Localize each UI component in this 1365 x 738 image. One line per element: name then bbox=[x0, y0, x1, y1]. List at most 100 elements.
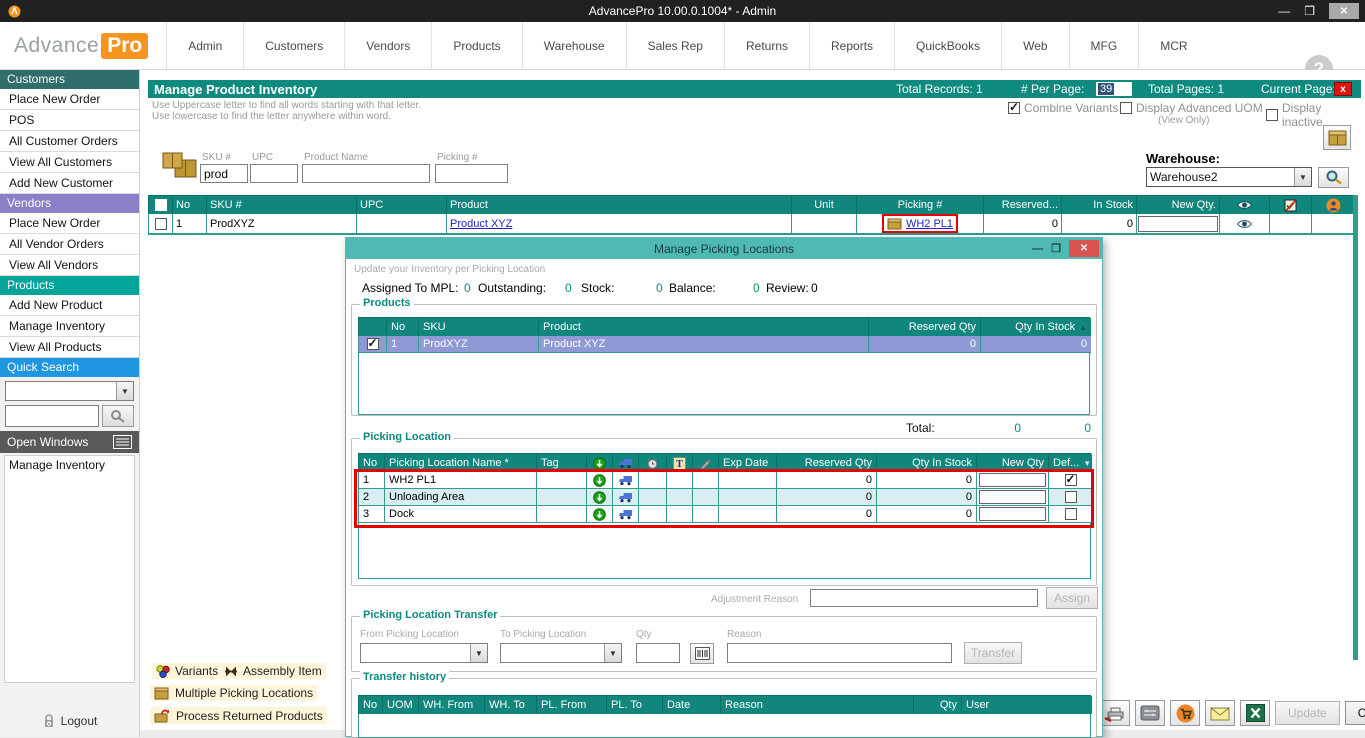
display-inactive-checkbox[interactable] bbox=[1266, 109, 1278, 121]
truck-icon[interactable] bbox=[618, 509, 633, 520]
sidebar-item-pos[interactable]: POS bbox=[0, 110, 139, 131]
close-button[interactable]: Close bbox=[1345, 701, 1365, 725]
column-settings-button[interactable] bbox=[1135, 700, 1165, 726]
picking-number-label: Picking # bbox=[437, 152, 478, 163]
warehouse-select[interactable]: Warehouse2 ▼ bbox=[1146, 167, 1312, 187]
adjustment-reason-input[interactable] bbox=[810, 589, 1038, 607]
green-down-icon[interactable] bbox=[593, 474, 606, 487]
default-checkbox[interactable] bbox=[1065, 491, 1077, 503]
quick-search-select[interactable]: ▼ bbox=[5, 381, 134, 401]
sidebar-item-add-new-product[interactable]: Add New Product bbox=[0, 295, 139, 316]
new-qty-input[interactable] bbox=[979, 473, 1046, 487]
tab-mfg[interactable]: MFG bbox=[1069, 22, 1139, 69]
default-checkbox[interactable] bbox=[1065, 474, 1077, 486]
modal-product-row[interactable]: 1 ProdXYZ Product XYZ 0 0 bbox=[358, 336, 1090, 353]
tab-sales-rep[interactable]: Sales Rep bbox=[626, 22, 724, 69]
new-qty-input[interactable] bbox=[979, 490, 1046, 504]
picking-location-row[interactable]: 3 Dock 0 0 bbox=[358, 506, 1091, 523]
process-returned-products-legend[interactable]: Process Returned Products bbox=[150, 707, 327, 724]
tab-reports[interactable]: Reports bbox=[809, 22, 894, 69]
eye-icon[interactable] bbox=[1236, 219, 1253, 229]
quick-search-input[interactable] bbox=[5, 405, 99, 427]
assembly-item-legend[interactable]: Assembly Item bbox=[220, 663, 326, 679]
picking-location-row[interactable]: 2 Unloading Area 0 0 bbox=[358, 489, 1091, 506]
sidebar-item-view-all-vendors[interactable]: View All Vendors bbox=[0, 255, 139, 276]
picking-location-row[interactable]: 1 WH2 PL1 0 0 bbox=[358, 472, 1091, 489]
cart-button[interactable] bbox=[1170, 700, 1200, 726]
green-down-icon[interactable] bbox=[593, 491, 606, 504]
balance-label: Balance: bbox=[669, 281, 716, 295]
export-excel-button[interactable] bbox=[1240, 700, 1270, 726]
email-button[interactable] bbox=[1205, 700, 1235, 726]
tab-customers[interactable]: Customers bbox=[243, 22, 344, 69]
sidebar-item-view-all-products[interactable]: View All Products bbox=[0, 337, 139, 358]
tab-web[interactable]: Web bbox=[1001, 22, 1068, 69]
sidebar-item-manage-inventory[interactable]: Manage Inventory bbox=[0, 316, 139, 337]
product-link[interactable]: Product XYZ bbox=[450, 218, 512, 230]
print-button[interactable] bbox=[1100, 700, 1130, 726]
combine-variants-checkbox[interactable] bbox=[1008, 102, 1020, 114]
from-picking-location-select[interactable]: ▼ bbox=[360, 643, 488, 663]
sidebar-item-view-all-customers[interactable]: View All Customers bbox=[0, 152, 139, 173]
chevron-down-icon[interactable]: ▼ bbox=[604, 644, 621, 662]
display-advanced-uom-option[interactable]: Display Advanced UOM bbox=[1120, 101, 1263, 115]
chevron-down-icon[interactable]: ▼ bbox=[470, 644, 487, 662]
tab-quickbooks[interactable]: QuickBooks bbox=[894, 22, 1001, 69]
window-list-icon[interactable] bbox=[113, 435, 132, 449]
maximize-icon[interactable]: ❒ bbox=[1051, 242, 1061, 255]
default-checkbox[interactable] bbox=[1065, 508, 1077, 520]
sidebar-item-place-new-order[interactable]: Place New Order bbox=[0, 89, 139, 110]
chevron-down-icon[interactable]: ▼ bbox=[116, 382, 133, 400]
variants-legend[interactable]: Variants bbox=[152, 663, 222, 679]
transfer-reason-input[interactable] bbox=[727, 643, 952, 663]
assign-button[interactable]: Assign bbox=[1046, 587, 1098, 609]
close-icon[interactable]: ✕ bbox=[1329, 3, 1359, 19]
tab-products[interactable]: Products bbox=[431, 22, 521, 69]
new-qty-input[interactable] bbox=[1138, 216, 1218, 232]
row-checkbox[interactable] bbox=[367, 338, 379, 350]
scan-button[interactable] bbox=[690, 643, 714, 664]
sidebar-item-all-customer-orders[interactable]: All Customer Orders bbox=[0, 131, 139, 152]
warehouse-search-button[interactable] bbox=[1318, 167, 1349, 188]
logout-button[interactable]: Logout bbox=[0, 713, 139, 729]
quick-search-button[interactable] bbox=[102, 405, 134, 427]
green-down-icon[interactable] bbox=[593, 508, 606, 521]
sku-input[interactable] bbox=[200, 164, 248, 183]
tab-warehouse[interactable]: Warehouse bbox=[522, 22, 626, 69]
multiple-picking-locations-legend[interactable]: Multiple Picking Locations bbox=[150, 685, 317, 701]
transfer-button[interactable]: Transfer bbox=[964, 642, 1022, 664]
close-page-button[interactable]: x bbox=[1334, 82, 1352, 96]
sidebar-item-add-new-customer[interactable]: Add New Customer bbox=[0, 173, 139, 194]
update-button[interactable]: Update bbox=[1275, 701, 1340, 725]
warehouse-box-button[interactable] bbox=[1323, 125, 1351, 150]
tab-returns[interactable]: Returns bbox=[724, 22, 809, 69]
product-name-input[interactable] bbox=[302, 164, 430, 183]
sidebar-item-all-vendor-orders[interactable]: All Vendor Orders bbox=[0, 234, 139, 255]
transfer-qty-input[interactable] bbox=[636, 643, 680, 663]
table-scrollbar[interactable] bbox=[1353, 195, 1358, 660]
minimize-icon[interactable]: — bbox=[1032, 243, 1043, 255]
minimize-icon[interactable]: — bbox=[1278, 4, 1290, 18]
combine-variants-option[interactable]: Combine Variants bbox=[1008, 101, 1119, 115]
picking-number-input[interactable] bbox=[435, 164, 508, 183]
display-advanced-uom-checkbox[interactable] bbox=[1120, 102, 1132, 114]
product-row[interactable]: 1 ProdXYZ Product XYZ WH2 PL1 0 0 bbox=[148, 214, 1353, 235]
maximize-icon[interactable]: ❒ bbox=[1304, 4, 1315, 18]
per-page-input[interactable]: 39 bbox=[1096, 82, 1132, 96]
tab-mcr[interactable]: MCR bbox=[1138, 22, 1208, 69]
truck-icon[interactable] bbox=[618, 492, 633, 503]
picking-location-link[interactable]: WH2 PL1 bbox=[906, 218, 953, 230]
chevron-down-icon[interactable]: ▼ bbox=[1294, 168, 1311, 186]
to-picking-location-select[interactable]: ▼ bbox=[500, 643, 622, 663]
tab-vendors[interactable]: Vendors bbox=[344, 22, 431, 69]
tab-admin[interactable]: Admin bbox=[166, 22, 243, 69]
upc-input[interactable] bbox=[250, 164, 298, 183]
row-checkbox[interactable] bbox=[155, 218, 167, 230]
select-all-checkbox[interactable] bbox=[155, 199, 167, 211]
transfer-history-table: No UOM WH. From WH. To PL. From PL. To D… bbox=[358, 695, 1091, 738]
close-icon[interactable]: ✕ bbox=[1069, 240, 1099, 257]
new-qty-input[interactable] bbox=[979, 507, 1046, 521]
sidebar-item-vendor-place-new-order[interactable]: Place New Order bbox=[0, 213, 139, 234]
truck-icon[interactable] bbox=[618, 475, 633, 486]
open-window-item[interactable]: Manage Inventory bbox=[9, 458, 130, 472]
